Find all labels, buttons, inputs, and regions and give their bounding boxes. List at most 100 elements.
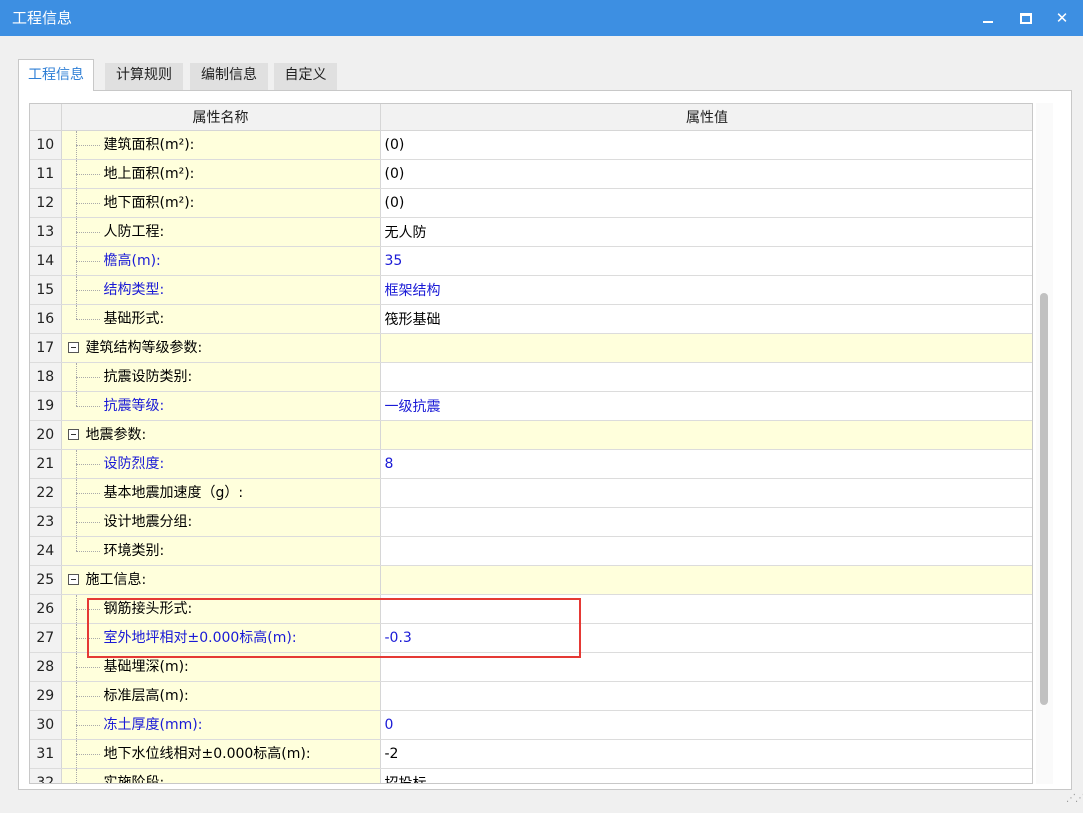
property-name-cell[interactable]: 檐高(m): bbox=[61, 246, 381, 276]
table-row[interactable]: 29 标准层高(m): bbox=[30, 681, 1032, 711]
property-value-cell[interactable]: (0) bbox=[380, 188, 1032, 218]
property-value-cell[interactable]: 框架结构 bbox=[380, 275, 1032, 305]
table-row[interactable]: 20 地震参数: bbox=[30, 420, 1032, 450]
tree-line bbox=[75, 392, 77, 406]
property-name-cell[interactable]: 施工信息: bbox=[61, 565, 381, 595]
property-name-cell[interactable]: 设防烈度: bbox=[61, 449, 381, 479]
row-number: 31 bbox=[30, 739, 62, 769]
property-name-cell[interactable]: 建筑结构等级参数: bbox=[61, 333, 381, 363]
minimize-icon bbox=[983, 21, 993, 23]
property-name: 基本地震加速度（g）: bbox=[103, 485, 244, 501]
header-index bbox=[30, 104, 62, 131]
property-value-cell[interactable]: 一级抗震 bbox=[380, 391, 1032, 421]
table-row[interactable]: 32 实施阶段: 招投标 bbox=[30, 768, 1032, 784]
property-name-cell[interactable]: 标准层高(m): bbox=[61, 681, 381, 711]
scrollbar-thumb[interactable] bbox=[1040, 293, 1048, 705]
property-name: 设计地震分组: bbox=[103, 514, 193, 530]
table-row[interactable]: 25 施工信息: bbox=[30, 565, 1032, 595]
property-name-cell[interactable]: 基本地震加速度（g）: bbox=[61, 478, 381, 508]
property-value-cell[interactable] bbox=[380, 507, 1032, 537]
table-row[interactable]: 21 设防烈度: 8 bbox=[30, 449, 1032, 479]
collapse-icon[interactable] bbox=[67, 429, 79, 440]
property-name-cell[interactable]: 冻土厚度(mm): bbox=[61, 710, 381, 740]
table-row[interactable]: 15 结构类型: 框架结构 bbox=[30, 275, 1032, 305]
tab-project-info[interactable]: 工程信息 bbox=[18, 59, 94, 91]
table-row[interactable]: 14 檐高(m): 35 bbox=[30, 246, 1032, 276]
tree-line bbox=[75, 406, 100, 407]
maximize-button[interactable] bbox=[1008, 0, 1044, 36]
tab-custom[interactable]: 自定义 bbox=[274, 63, 337, 90]
property-value-cell[interactable] bbox=[380, 536, 1032, 566]
collapse-icon[interactable] bbox=[67, 342, 79, 353]
tree-line bbox=[75, 493, 100, 494]
tree-line bbox=[75, 537, 77, 551]
property-name-cell[interactable]: 地上面积(m²): bbox=[61, 159, 381, 189]
property-name-cell[interactable]: 基础形式: bbox=[61, 304, 381, 334]
table-row[interactable]: 30 冻土厚度(mm): 0 bbox=[30, 710, 1032, 740]
property-value-cell[interactable] bbox=[380, 420, 1032, 450]
row-number: 28 bbox=[30, 652, 62, 682]
property-value-cell[interactable]: 0 bbox=[380, 710, 1032, 740]
close-button[interactable]: ✕ bbox=[1044, 0, 1080, 36]
property-value-cell[interactable]: 筏形基础 bbox=[380, 304, 1032, 334]
property-value-cell[interactable]: (0) bbox=[380, 130, 1032, 160]
property-name-cell[interactable]: 人防工程: bbox=[61, 217, 381, 247]
property-name-cell[interactable]: 抗震等级: bbox=[61, 391, 381, 421]
table-row[interactable]: 18 抗震设防类别: bbox=[30, 362, 1032, 392]
table-row[interactable]: 24 环境类别: bbox=[30, 536, 1032, 566]
table-row[interactable]: 10 建筑面积(m²): (0) bbox=[30, 130, 1032, 160]
table-row[interactable]: 19 抗震等级: 一级抗震 bbox=[30, 391, 1032, 421]
property-value-cell[interactable]: 8 bbox=[380, 449, 1032, 479]
property-value-cell[interactable] bbox=[380, 333, 1032, 363]
tree-line bbox=[75, 261, 100, 262]
tree-line bbox=[75, 319, 100, 320]
table-row[interactable]: 12 地下面积(m²): (0) bbox=[30, 188, 1032, 218]
row-number: 10 bbox=[30, 130, 62, 160]
table-header-row: 属性名称 属性值 bbox=[30, 104, 1032, 131]
table-row[interactable]: 23 设计地震分组: bbox=[30, 507, 1032, 537]
property-value-cell[interactable] bbox=[380, 681, 1032, 711]
minimize-button[interactable] bbox=[970, 0, 1006, 36]
tab-calc-rules[interactable]: 计算规则 bbox=[105, 63, 183, 90]
collapse-icon[interactable] bbox=[67, 574, 79, 585]
tree-line bbox=[75, 522, 100, 523]
row-number: 17 bbox=[30, 333, 62, 363]
tree-line bbox=[76, 783, 100, 784]
header-property-value[interactable]: 属性值 bbox=[380, 104, 1032, 131]
row-number: 12 bbox=[30, 188, 62, 218]
property-name-cell[interactable]: 地震参数: bbox=[61, 420, 381, 450]
property-value-cell[interactable] bbox=[380, 565, 1032, 595]
property-value-cell[interactable]: 无人防 bbox=[380, 217, 1032, 247]
property-name-cell[interactable]: 地下面积(m²): bbox=[61, 188, 381, 218]
table-row[interactable]: 16 基础形式: 筏形基础 bbox=[30, 304, 1032, 334]
close-icon: ✕ bbox=[1055, 8, 1069, 27]
property-name-cell[interactable]: 建筑面积(m²): bbox=[61, 130, 381, 160]
table-row[interactable]: 31 地下水位线相对±0.000标高(m): -2 bbox=[30, 739, 1032, 769]
row-number: 15 bbox=[30, 275, 62, 305]
header-property-name[interactable]: 属性名称 bbox=[61, 104, 381, 131]
tab-compile-info[interactable]: 编制信息 bbox=[190, 63, 268, 90]
vertical-scrollbar[interactable] bbox=[1036, 103, 1053, 784]
property-value-cell[interactable]: -2 bbox=[380, 739, 1032, 769]
property-name-cell[interactable]: 设计地震分组: bbox=[61, 507, 381, 537]
tree-line bbox=[75, 696, 100, 697]
table-row[interactable]: 11 地上面积(m²): (0) bbox=[30, 159, 1032, 189]
table-row[interactable]: 17 建筑结构等级参数: bbox=[30, 333, 1032, 363]
property-name-cell[interactable]: 环境类别: bbox=[61, 536, 381, 566]
property-name: 标准层高(m): bbox=[103, 688, 189, 704]
table-row[interactable]: 22 基本地震加速度（g）: bbox=[30, 478, 1032, 508]
property-name: 抗震设防类别: bbox=[103, 369, 193, 385]
property-value-cell[interactable] bbox=[380, 478, 1032, 508]
resize-grip-icon[interactable]: ⋰⋰ bbox=[1066, 794, 1083, 809]
table-row[interactable]: 13 人防工程: 无人防 bbox=[30, 217, 1032, 247]
property-name-cell[interactable]: 结构类型: bbox=[61, 275, 381, 305]
property-name-cell[interactable]: 抗震设防类别: bbox=[61, 362, 381, 392]
property-name-cell[interactable]: 实施阶段: bbox=[61, 768, 381, 784]
property-value-cell[interactable]: (0) bbox=[380, 159, 1032, 189]
property-value-cell[interactable]: 35 bbox=[380, 246, 1032, 276]
property-value-cell[interactable] bbox=[380, 362, 1032, 392]
row-number: 20 bbox=[30, 420, 62, 450]
property-name: 抗震等级: bbox=[103, 398, 165, 414]
property-value-cell[interactable]: 招投标 bbox=[380, 768, 1032, 783]
property-name-cell[interactable]: 地下水位线相对±0.000标高(m): bbox=[61, 739, 381, 769]
